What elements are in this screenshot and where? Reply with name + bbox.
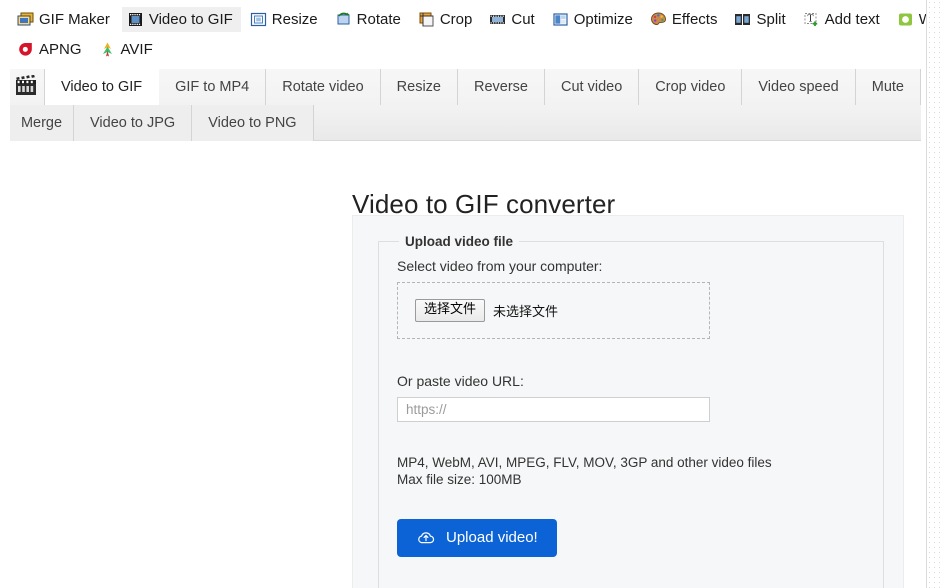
page-right-gutter: [926, 0, 942, 588]
nav-item-label: Cut: [511, 11, 534, 28]
nav-item-effects[interactable]: Effects: [645, 7, 726, 32]
main-content: Video to GIF converter Upload video file…: [0, 142, 926, 588]
cloud-upload-icon: [416, 528, 436, 548]
video-url-input[interactable]: [397, 397, 710, 422]
tool-tab-label: Video to JPG: [90, 115, 175, 131]
tool-tab-label: Crop video: [655, 79, 725, 95]
webp-icon: [897, 11, 914, 28]
tool-tab-label: Merge: [21, 115, 62, 131]
tool-tab-video-to-png[interactable]: Video to PNG: [192, 105, 313, 141]
tool-tab-label: Cut video: [561, 79, 622, 95]
nav-item-crop[interactable]: Crop: [413, 7, 481, 32]
upload-video-button-label: Upload video!: [446, 529, 538, 546]
nav-item-gif-maker[interactable]: GIF Maker: [12, 7, 118, 32]
nav-item-optimize[interactable]: Optimize: [547, 7, 641, 32]
tool-tab-video-speed[interactable]: Video speed: [742, 69, 855, 105]
nav-item-label: Effects: [672, 11, 718, 28]
nav-item-label: AVIF: [121, 41, 153, 58]
select-video-label: Select video from your computer:: [397, 258, 865, 274]
top-nav-row-1: GIF Maker Video to GIF: [12, 4, 926, 34]
tool-tab-gif-to-mp4[interactable]: GIF to MP4: [159, 69, 266, 105]
film-strip-icon: [127, 11, 144, 28]
nav-item-label: Split: [756, 11, 785, 28]
nav-item-label: Crop: [440, 11, 473, 28]
tool-tab-merge[interactable]: Merge: [10, 105, 74, 141]
tool-tab-label: Resize: [397, 79, 441, 95]
nav-item-cut[interactable]: Cut: [484, 7, 542, 32]
nav-item-label: Video to GIF: [149, 11, 233, 28]
tool-tab-label: Video to GIF: [61, 79, 142, 95]
site-logo[interactable]: [10, 69, 44, 105]
cut-icon: [489, 11, 506, 28]
nav-item-label: Optimize: [574, 11, 633, 28]
gif-maker-icon: [17, 11, 34, 28]
nav-item-video-to-gif[interactable]: Video to GIF: [122, 7, 241, 32]
supported-formats-hint: MP4, WebM, AVI, MPEG, FLV, MOV, 3GP and …: [397, 454, 865, 471]
max-file-size-hint: Max file size: 100MB: [397, 471, 865, 488]
optimize-icon: [552, 11, 569, 28]
nav-item-add-text[interactable]: T Add text: [798, 7, 888, 32]
file-input[interactable]: 选择文件 未选择文件: [415, 299, 558, 322]
upload-panel: Upload video file Select video from your…: [352, 215, 904, 588]
nav-item-label: Add text: [825, 11, 880, 28]
tool-tab-video-to-jpg[interactable]: Video to JPG: [74, 105, 192, 141]
file-dropzone[interactable]: 选择文件 未选择文件: [397, 282, 710, 339]
upload-video-file-fieldset: Upload video file Select video from your…: [378, 234, 884, 588]
crop-icon: [418, 11, 435, 28]
nav-item-split[interactable]: Split: [729, 7, 793, 32]
tool-tab-row-2: Merge Video to JPG Video to PNG: [10, 105, 921, 141]
nav-item-apng[interactable]: APNG: [12, 37, 90, 62]
file-selection-status: 未选择文件: [493, 301, 558, 320]
nav-item-label: Rotate: [357, 11, 401, 28]
tool-tab-reverse[interactable]: Reverse: [458, 69, 545, 105]
resize-icon: [250, 11, 267, 28]
browser-page: GIF Maker Video to GIF: [0, 0, 942, 588]
split-icon: [734, 11, 751, 28]
nav-item-rotate[interactable]: Rotate: [330, 7, 409, 32]
apng-icon: [17, 41, 34, 58]
tool-tab-label: Rotate video: [282, 79, 363, 95]
clapperboard-icon: [14, 75, 40, 99]
upload-fieldset-legend: Upload video file: [399, 234, 519, 249]
rotate-icon: [335, 11, 352, 28]
top-nav: GIF Maker Video to GIF: [0, 0, 926, 70]
tool-tab-label: Video to PNG: [208, 115, 296, 131]
top-nav-row-2: APNG AVIF: [12, 34, 926, 64]
video-url-label: Or paste video URL:: [397, 373, 865, 389]
avif-icon: [99, 41, 116, 58]
tool-tab-rotate-video[interactable]: Rotate video: [266, 69, 380, 105]
nav-item-resize[interactable]: Resize: [245, 7, 326, 32]
choose-file-button[interactable]: 选择文件: [415, 299, 485, 322]
tool-tab-label: GIF to MP4: [175, 79, 249, 95]
tool-tab-mute[interactable]: Mute: [856, 69, 921, 105]
tool-tab-strip: Video to GIF GIF to MP4 Rotate video Res…: [10, 69, 921, 141]
nav-item-label: APNG: [39, 41, 82, 58]
upload-hints: MP4, WebM, AVI, MPEG, FLV, MOV, 3GP and …: [397, 454, 865, 489]
tool-tab-video-to-gif[interactable]: Video to GIF: [44, 69, 159, 105]
tool-tab-resize[interactable]: Resize: [381, 69, 458, 105]
effects-palette-icon: [650, 11, 667, 28]
nav-item-label: GIF Maker: [39, 11, 110, 28]
tool-tab-label: Mute: [872, 79, 904, 95]
upload-video-button[interactable]: Upload video!: [397, 519, 557, 557]
tool-tab-label: Video speed: [758, 79, 838, 95]
tool-tab-row-1: Video to GIF GIF to MP4 Rotate video Res…: [10, 69, 921, 105]
tool-tab-cut-video[interactable]: Cut video: [545, 69, 639, 105]
nav-item-avif[interactable]: AVIF: [94, 37, 161, 62]
tool-tab-crop-video[interactable]: Crop video: [639, 69, 742, 105]
nav-item-label: Resize: [272, 11, 318, 28]
svg-text:T: T: [807, 14, 813, 24]
tool-tab-label: Reverse: [474, 79, 528, 95]
add-text-icon: T: [803, 11, 820, 28]
